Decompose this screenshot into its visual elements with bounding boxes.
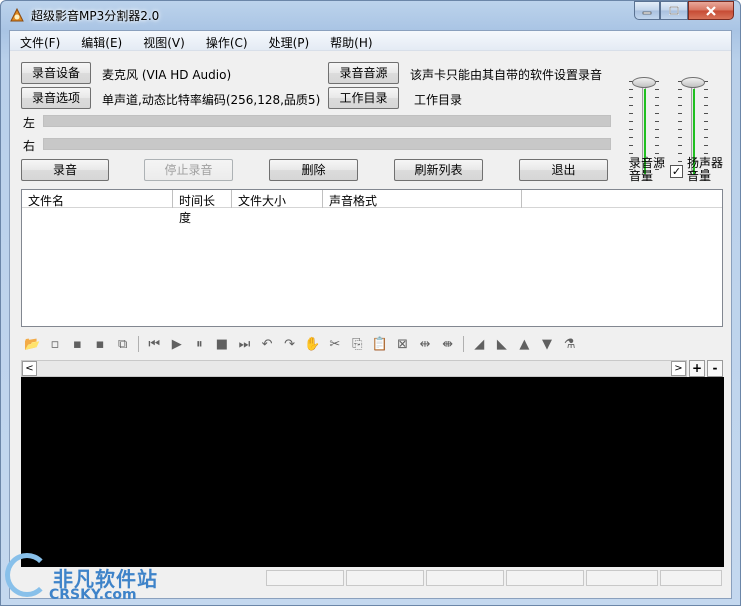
workdir-value: 工作目录	[414, 93, 463, 107]
client-area: 文件(F) 编辑(E) 视图(V) 操作(C) 处理(P) 帮助(H) 录音设备…	[9, 30, 732, 599]
status-cell	[266, 570, 344, 586]
zoom-in-button[interactable]: +	[689, 360, 705, 377]
cut-icon[interactable]: ✂	[324, 334, 347, 354]
menu-view[interactable]: 视图(V)	[133, 31, 196, 50]
scroll-left-button[interactable]: <	[22, 361, 37, 376]
record-device-button[interactable]: 录音设备	[21, 62, 91, 84]
app-logo-icon	[10, 7, 24, 22]
speaker-volume-label-line2: 音量	[687, 169, 712, 183]
app-window: 超级影音MP3分割器2.0 文件(F) 编辑(E) 视图(V) 操作(C) 处理…	[0, 0, 741, 606]
volume-up-icon[interactable]: ▲	[513, 334, 536, 354]
close-icon	[706, 5, 716, 16]
speaker-volume-label-line1: 扬声器	[687, 156, 724, 170]
delete-selection-icon[interactable]: ⊠	[391, 334, 414, 354]
status-cell	[586, 570, 658, 586]
right-level-meter	[43, 138, 611, 150]
watermark-subtext: CRSKY.com	[49, 587, 137, 603]
title-bar[interactable]: 超级影音MP3分割器2.0	[1, 1, 740, 29]
skip-end-icon[interactable]: ⏭	[233, 334, 256, 354]
watermark-logo-icon	[5, 553, 49, 597]
site-watermark: 非凡软件站 CRSKY.com	[1, 549, 171, 606]
column-format[interactable]: 声音格式	[323, 190, 522, 208]
effects-icon[interactable]: ⚗	[558, 334, 581, 354]
left-level-meter	[43, 115, 611, 127]
menu-process[interactable]: 处理(P)	[259, 31, 321, 50]
split-icon[interactable]: ⇼	[436, 334, 459, 354]
minimize-icon	[642, 11, 652, 14]
caption-buttons	[634, 1, 734, 20]
pause-icon[interactable]: ⏸	[188, 334, 211, 354]
record-source-button[interactable]: 录音音源	[328, 62, 399, 84]
edit-toolbar: 📂 ▫ ▪ ▪ ⧉ ⏮ ▶ ⏸ ■ ⏭ ↶ ↷ ✋ ✂ ⎘ 📋 ⊠ ⇹ ⇼ ◢ ◣ ▲ ▼ ⚗	[21, 333, 581, 355]
fade-in-icon[interactable]: ◢	[468, 334, 491, 354]
toolbar-separator	[137, 336, 139, 352]
zoom-out-button[interactable]: -	[707, 360, 723, 377]
status-cell	[660, 570, 722, 586]
record-device-value: 麦克风 (VIA HD Audio)	[102, 68, 232, 82]
horizontal-scrollbar[interactable]: < >	[21, 360, 687, 377]
hand-icon[interactable]: ✋	[301, 334, 324, 354]
fade-out-icon[interactable]: ◣	[491, 334, 514, 354]
record-source-volume-label: 录音源 音量	[629, 157, 665, 183]
copy-icon[interactable]: ⎘	[346, 334, 369, 354]
maximize-icon	[669, 6, 679, 15]
stop-record-button[interactable]: 停止录音	[144, 159, 233, 181]
menu-help[interactable]: 帮助(H)	[320, 31, 383, 50]
slider-ticks	[678, 81, 682, 177]
check-icon: ✓	[671, 165, 682, 178]
status-cell	[346, 570, 424, 586]
workdir-button[interactable]: 工作目录	[328, 87, 399, 109]
refresh-list-button[interactable]: 刷新列表	[394, 159, 483, 181]
exit-button[interactable]: 退出	[519, 159, 608, 181]
column-duration[interactable]: 时间长度	[173, 190, 232, 225]
record-source-note: 该声卡只能由其自带的软件设置录音	[410, 68, 603, 82]
stop-icon[interactable]: ■	[211, 334, 234, 354]
status-cell	[506, 570, 584, 586]
toolbar-separator	[462, 336, 464, 352]
save-icon[interactable]: ▪	[66, 334, 89, 354]
left-channel-label: 左	[23, 116, 36, 130]
slider-thumb[interactable]	[632, 77, 656, 88]
speaker-volume-checkbox[interactable]: ✓	[670, 165, 683, 178]
column-filesize[interactable]: 文件大小	[232, 190, 323, 208]
maximize-button[interactable]	[660, 1, 688, 20]
menu-bar: 文件(F) 编辑(E) 视图(V) 操作(C) 处理(P) 帮助(H)	[10, 31, 731, 51]
right-channel-label: 右	[23, 139, 36, 153]
export-icon[interactable]: ⧉	[111, 334, 134, 354]
slider-thumb[interactable]	[681, 77, 705, 88]
delete-button[interactable]: 删除	[269, 159, 358, 181]
window-title: 超级影音MP3分割器2.0	[31, 9, 160, 23]
waveform-display[interactable]	[21, 377, 724, 567]
record-button[interactable]: 录音	[21, 159, 109, 181]
close-file-icon[interactable]: ▫	[44, 334, 67, 354]
scroll-right-button[interactable]: >	[671, 361, 686, 376]
save-as-icon[interactable]: ▪	[89, 334, 112, 354]
menu-edit[interactable]: 编辑(E)	[71, 31, 133, 50]
menu-operate[interactable]: 操作(C)	[196, 31, 259, 50]
paste-icon[interactable]: 📋	[369, 334, 392, 354]
speaker-volume-label: 扬声器 音量	[687, 157, 723, 183]
skip-start-icon[interactable]: ⏮	[143, 334, 166, 354]
file-list-header: 文件名 时间长度 文件大小 声音格式	[22, 190, 722, 225]
record-options-value: 单声道,动态比特率编码(256,128,品质5)	[102, 93, 321, 107]
redo-icon[interactable]: ↷	[278, 334, 301, 354]
column-filename[interactable]: 文件名	[22, 190, 173, 208]
open-folder-icon[interactable]: 📂	[21, 334, 44, 354]
close-button[interactable]	[688, 1, 734, 20]
record-options-button[interactable]: 录音选项	[21, 87, 91, 109]
record-source-volume-label-line2: 音量	[629, 169, 654, 183]
play-icon[interactable]: ▶	[165, 334, 188, 354]
trim-icon[interactable]: ⇹	[414, 334, 437, 354]
volume-down-icon[interactable]: ▼	[536, 334, 559, 354]
file-list[interactable]: 文件名 时间长度 文件大小 声音格式	[21, 189, 723, 327]
record-source-volume-label-line1: 录音源	[629, 156, 666, 170]
menu-file[interactable]: 文件(F)	[10, 31, 71, 50]
status-cell	[426, 570, 504, 586]
undo-icon[interactable]: ↶	[256, 334, 279, 354]
minimize-button[interactable]	[634, 1, 660, 20]
